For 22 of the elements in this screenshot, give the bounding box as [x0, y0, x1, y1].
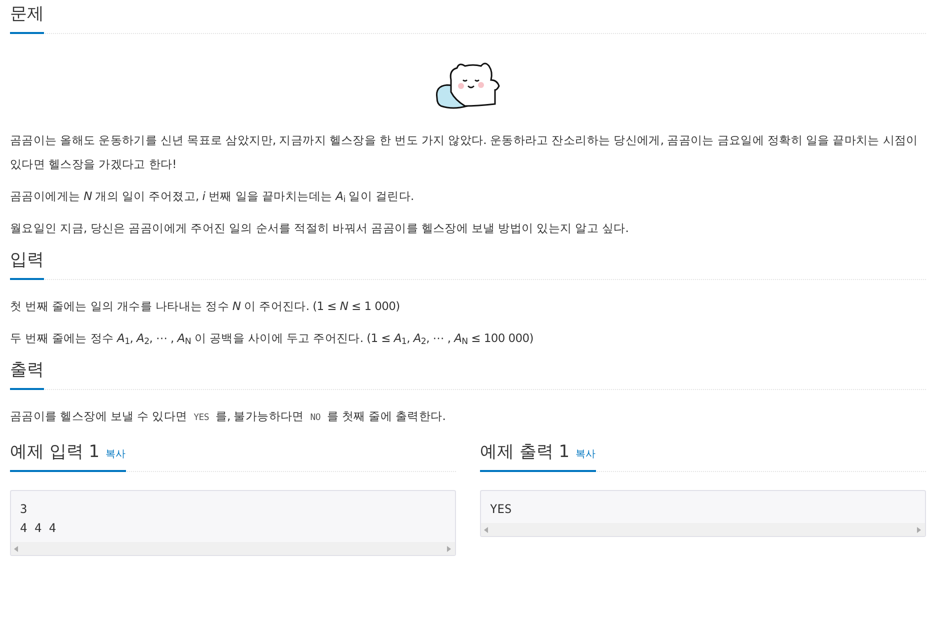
horizontal-scrollbar[interactable] [481, 523, 925, 536]
copy-link[interactable]: 복사 [576, 447, 596, 462]
code-line: YES [490, 501, 513, 518]
horizontal-scrollbar[interactable] [11, 542, 455, 555]
paragraph: 두 번째 줄에는 정수 A$_{1}$, A$_{2}$, ⋯ , A$_{N}$ 이 공백을 사이에 두고 주어진다. (1 ≤ A$_{1}$, A$_{2}$, ⋯ , A$_{N}$ ≤ 100 000) [10, 330, 534, 350]
scroll-left-icon[interactable] [484, 526, 489, 532]
scroll-left-icon[interactable] [14, 546, 19, 552]
section-heading: 출력 [10, 359, 44, 382]
code-line: 3 [20, 501, 28, 518]
paragraph: 월요일인 지금, 당신은 곰곰이에게 주어진 일의 순서를 적절히 바꿔서 곰곰이를 헬스장에 보낼 방법이 있는지 알고 싶다. [10, 220, 630, 237]
section-heading: 문제 [10, 3, 44, 26]
paragraph: 곰곰이는 올해도 운동하기를 신년 목표로 삼았지만, 지금까지 헬스장을 한 번도 가지 않았다. 운동하라고 잔소리하는 당신에게, 곰곰이는 금요일에 정확히 일을 끝마치는 시점이 있다면 헬스장을 가겠다고 한다! [10, 132, 919, 173]
section-heading: 예제 출력 1 [480, 441, 570, 464]
section-heading: 예제 입력 1 [10, 441, 100, 464]
section-heading: 입력 [10, 249, 44, 272]
paragraph: 곰곰이를 헬스장에 보낼 수 있다면 YES 를, 불가능하다면 NO 를 첫째 줄에 출력한다. [10, 408, 447, 425]
paragraph: 곰곰이에게는 N 개의 일이 주어졌고, i 번째 일을 끝마치는데는 A$_{i}$ 일이 걸린다. [10, 188, 415, 208]
scroll-right-icon[interactable] [447, 546, 452, 552]
paragraph: 첫 번째 줄에는 일의 개수를 나타내는 정수 N 이 주어진다. (1 ≤ N ≤ 1 000) [10, 298, 401, 315]
scroll-right-icon[interactable] [917, 526, 922, 532]
code-line: 4 4 4 [20, 520, 58, 537]
copy-link[interactable]: 복사 [106, 447, 126, 462]
